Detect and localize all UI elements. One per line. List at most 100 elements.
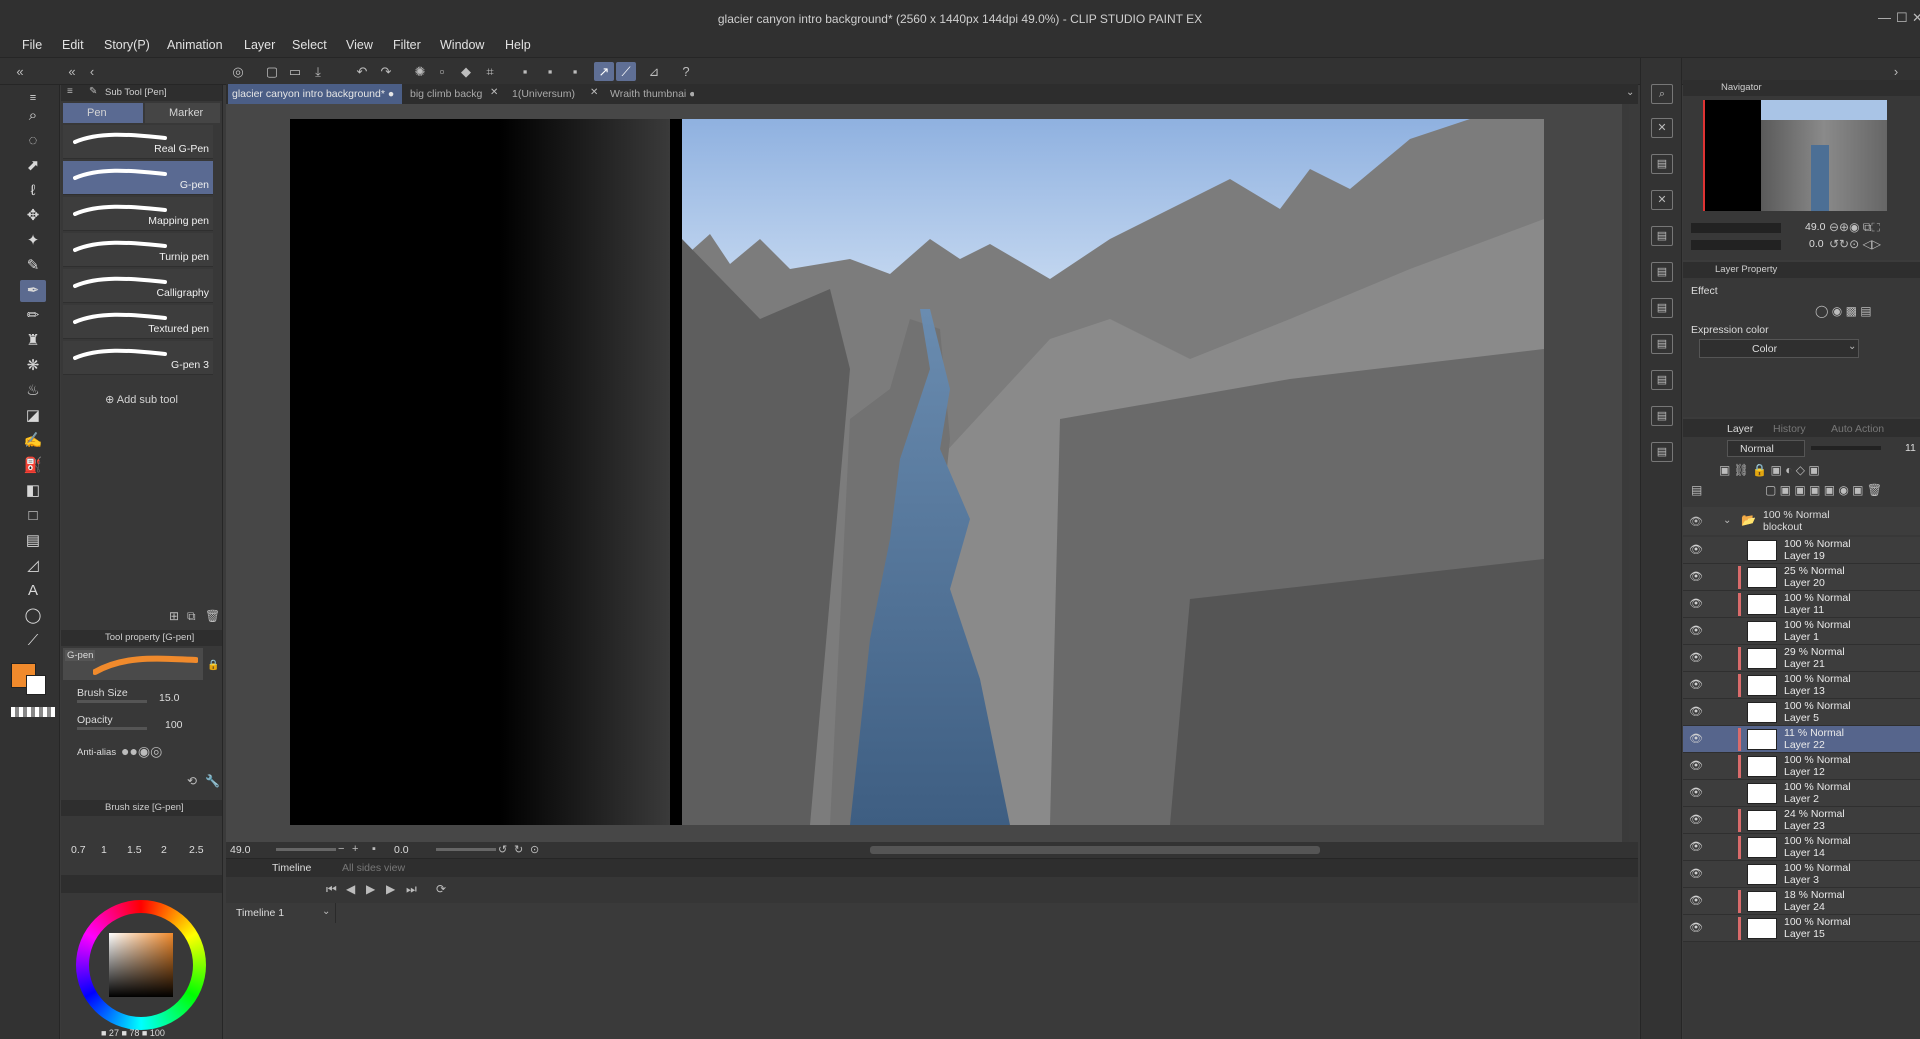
menu-story[interactable]: Story(P) [104, 38, 150, 52]
help-icon[interactable]: ? [676, 62, 696, 81]
tab-history[interactable]: History [1773, 423, 1806, 435]
layer-row[interactable]: 👁 100 % Normal Layer 14 [1683, 834, 1920, 861]
panel-icon[interactable]: ▤ [1651, 406, 1673, 426]
eraser-tool-icon[interactable]: ◪ [20, 405, 46, 427]
blend-mode-select[interactable]: Normal [1727, 440, 1805, 457]
ruler-snap-icon[interactable]: ↗ [594, 62, 614, 81]
zoom-icons[interactable]: ⊖⊕◉ ⧉⛶ [1829, 220, 1880, 235]
new-file-icon[interactable]: ▢ [262, 62, 282, 81]
eyedropper-icon[interactable]: ✎ [20, 255, 46, 277]
lasso-tool-icon[interactable]: ℓ [20, 180, 46, 202]
move-layer-icon[interactable]: ✥ [20, 205, 46, 227]
eye-icon[interactable]: 👁 [1689, 651, 1703, 664]
eye-icon[interactable]: 👁 [1689, 597, 1703, 610]
move-view-icon[interactable]: ◌ [20, 130, 46, 152]
save-icon[interactable]: ⤓ [308, 62, 328, 81]
eye-icon[interactable]: 👁 [1689, 705, 1703, 718]
layer-toolbar-2[interactable]: ▤ ▢ ▣ ▣ ▣ ▣ ◉ ▣ 🗑 [1683, 481, 1920, 501]
layer-folder-row[interactable]: 👁 ⌄ 📂 100 % Normal blockout [1683, 507, 1920, 535]
fill-icon[interactable]: ◆ [456, 62, 476, 81]
close-tab-icon[interactable]: ✕ [590, 87, 598, 98]
layer-opacity-value[interactable]: 11 [1905, 442, 1916, 454]
chevron-down-icon[interactable]: ⌄ [322, 906, 330, 917]
brush-size-value[interactable]: 15.0 [159, 692, 179, 704]
panel-icon[interactable]: ▤ [1651, 298, 1673, 318]
layer-row[interactable]: 👁 100 % Normal Layer 12 [1683, 753, 1920, 780]
rotation-slider[interactable] [436, 848, 496, 851]
eye-icon[interactable]: 👁 [1689, 759, 1703, 772]
first-frame-icon[interactable]: ⏮ [326, 882, 337, 897]
navigator-rotation-slider[interactable] [1691, 240, 1781, 250]
search-panel-icon[interactable]: ⌕ [1651, 84, 1673, 104]
duplicate-subtool-icon[interactable]: ⧉ [187, 609, 196, 624]
sub-color-swatch[interactable] [26, 675, 46, 695]
eye-icon[interactable]: 👁 [1689, 921, 1703, 934]
canvas-zoom-value[interactable]: 49.0 [230, 844, 250, 856]
layer-row[interactable]: 👁 24 % Normal Layer 23 [1683, 807, 1920, 834]
brush-item[interactable]: Real G-Pen [63, 125, 213, 159]
loading-icon[interactable]: ✺ [410, 62, 430, 81]
zoom-in-icon[interactable]: + [352, 843, 358, 855]
last-frame-icon[interactable]: ⏭ [406, 882, 417, 897]
eye-icon[interactable]: 👁 [1689, 840, 1703, 853]
timeline-selector[interactable]: Timeline 1 ⌄ [226, 903, 336, 923]
layer-row[interactable]: 👁 100 % Normal Layer 1 [1683, 618, 1920, 645]
menu-animation[interactable]: Animation [167, 38, 223, 52]
eye-icon[interactable]: 👁 [1689, 894, 1703, 907]
menu-select[interactable]: Select [292, 38, 327, 52]
layer-row[interactable]: 👁 25 % Normal Layer 20 [1683, 564, 1920, 591]
eye-icon[interactable]: 👁 [1689, 678, 1703, 691]
pen-tool-icon[interactable]: ✒ [20, 280, 46, 302]
size-preset[interactable]: 1 [101, 844, 107, 856]
brush-item[interactable]: Mapping pen [63, 197, 213, 231]
layer-row[interactable]: 👁 11 % Normal Layer 22 [1683, 726, 1920, 753]
vertical-scrollbar[interactable] [1622, 104, 1629, 842]
eye-icon[interactable]: 👁 [1689, 732, 1703, 745]
horizontal-scrollbar[interactable] [870, 846, 1320, 854]
menu-edit[interactable]: Edit [62, 38, 84, 52]
wrench-icon[interactable]: 🔧 [205, 774, 220, 788]
curve-snap-icon[interactable]: ⟋ [616, 62, 636, 81]
gradient-tool-icon[interactable]: ◧ [20, 480, 46, 502]
layer-toolbar-1[interactable]: ▣ ⛓ 🔒 ▣ ◐ ◇ ▣ [1683, 461, 1920, 481]
tab-all-sides-view[interactable]: All sides view [342, 862, 405, 874]
layer-row[interactable]: 👁 100 % Normal Layer 19 [1683, 537, 1920, 564]
rotate-right-icon[interactable]: ↻ [514, 843, 523, 856]
tab-universum[interactable]: 1(Universum) [508, 84, 598, 104]
tab-auto-action[interactable]: Auto Action [1831, 423, 1884, 435]
navigator-preview[interactable] [1703, 100, 1887, 211]
maximize-button[interactable]: ☐ [1896, 10, 1908, 26]
navigator-zoom-slider[interactable] [1691, 223, 1781, 233]
panel-icon[interactable]: ▤ [1651, 442, 1673, 462]
clip-studio-icon[interactable]: ◎ [228, 62, 248, 81]
transparent-color-swatch[interactable] [11, 707, 55, 717]
chevron-down-icon[interactable]: ⌄ [1723, 515, 1731, 526]
menu-file[interactable]: File [22, 38, 42, 52]
panel-icon[interactable]: ▤ [1651, 262, 1673, 282]
eye-icon[interactable]: 👁 [1689, 543, 1703, 556]
delete-subtool-icon[interactable]: 🗑 [205, 609, 220, 623]
undo-icon[interactable]: ↶ [352, 62, 372, 81]
eye-icon[interactable]: 👁 [1689, 813, 1703, 826]
canvas-rotation-value[interactable]: 0.0 [394, 844, 409, 856]
layer-row[interactable]: 👁 100 % Normal Layer 11 [1683, 591, 1920, 618]
fill-tool-icon[interactable]: ⛽ [20, 455, 46, 477]
tab-menu-icon[interactable]: ⌄ [1626, 87, 1634, 98]
brush-tool-icon[interactable]: ♜ [20, 330, 46, 352]
zoom-slider[interactable] [276, 848, 336, 851]
layer-row[interactable]: 👁 100 % Normal Layer 3 [1683, 861, 1920, 888]
layer-row[interactable]: 👁 100 % Normal Layer 2 [1683, 780, 1920, 807]
navigator-rotation[interactable]: 0.0 [1809, 238, 1824, 250]
invert-icon[interactable]: ▪ [540, 62, 560, 81]
close-button[interactable]: ✕ [1912, 10, 1920, 26]
collapse-icon[interactable]: « [62, 62, 82, 81]
tab-glacier-canyon[interactable]: glacier canyon intro background* ● [228, 84, 402, 104]
panel-icon[interactable]: ✕ [1651, 190, 1673, 210]
brush-item[interactable]: Textured pen [63, 305, 213, 339]
group-marker-tab[interactable]: Marker [145, 103, 220, 123]
brush-item[interactable]: Calligraphy [63, 269, 213, 303]
layer-row[interactable]: 👁 100 % Normal Layer 13 [1683, 672, 1920, 699]
rotate-left-icon[interactable]: ↺ [498, 843, 507, 856]
brush-size-slider[interactable] [77, 700, 147, 703]
navigator-zoom[interactable]: 49.0 [1805, 221, 1825, 233]
